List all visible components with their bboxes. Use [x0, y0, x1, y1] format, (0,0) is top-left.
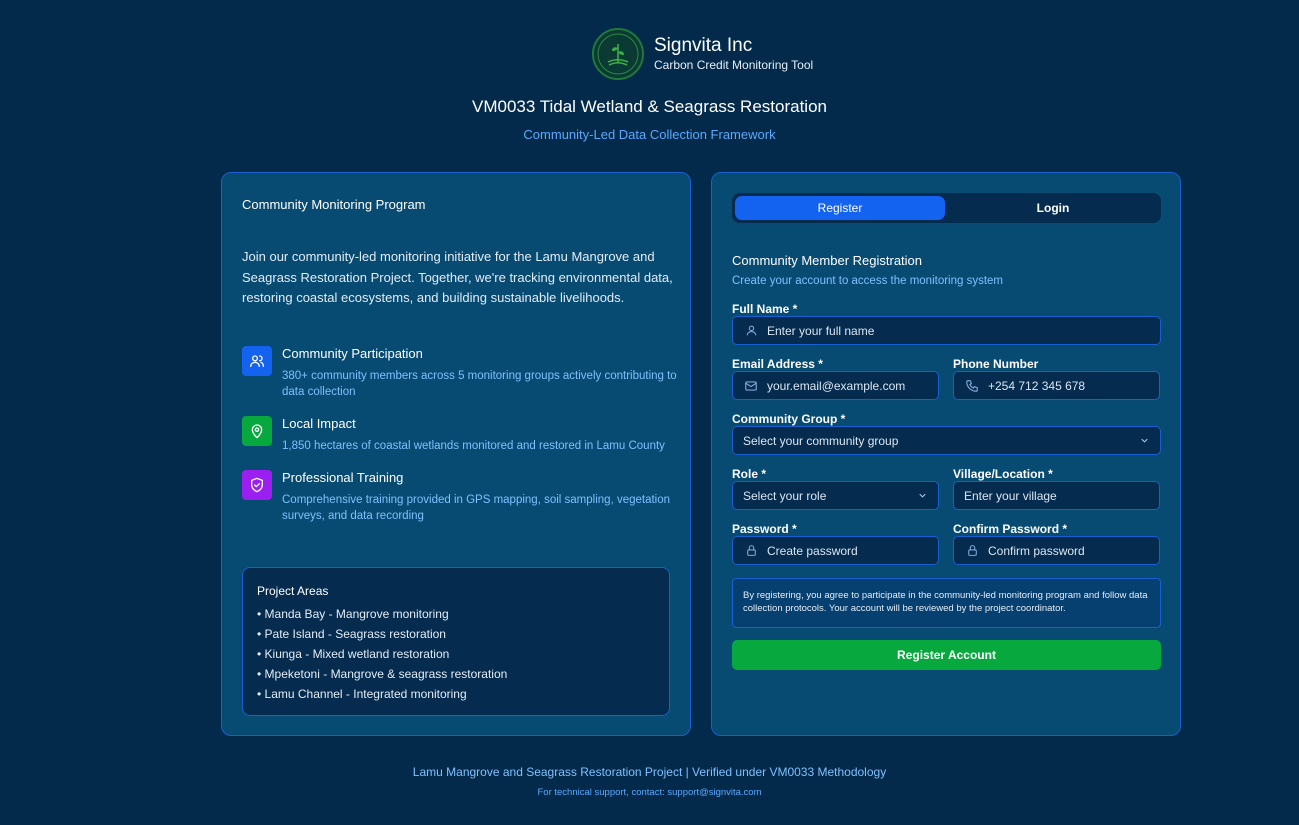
project-areas-box: Project Areas • Manda Bay - Mangrove mon…	[242, 567, 670, 716]
lock-icon	[743, 543, 759, 559]
email-label: Email Address *	[732, 357, 823, 371]
project-area-item: • Kiunga - Mixed wetland restoration	[257, 647, 450, 661]
program-title: Community Monitoring Program	[242, 197, 426, 212]
footer-project-line: Lamu Mangrove and Seagrass Restoration P…	[412, 765, 887, 779]
brand-header: Signvita Inc Carbon Credit Monitoring To…	[592, 28, 813, 80]
phone-icon	[964, 378, 980, 394]
phone-label: Phone Number	[953, 357, 1039, 371]
community-group-label: Community Group *	[732, 412, 846, 426]
feature-professional-training: Professional Training Comprehensive trai…	[242, 470, 677, 524]
role-select[interactable]: Select your role	[732, 481, 939, 510]
form-title: Community Member Registration	[732, 253, 923, 268]
full-name-placeholder: Enter your full name	[767, 323, 875, 338]
feature-desc: Comprehensive training provided in GPS m…	[282, 494, 671, 522]
role-label: Role *	[732, 467, 767, 481]
village-label: Village/Location *	[953, 467, 1053, 481]
password-placeholder: Create password	[767, 543, 858, 558]
chevron-down-icon	[1139, 435, 1150, 449]
community-group-value: Select your community group	[743, 433, 899, 448]
password-input[interactable]: Create password	[732, 536, 939, 565]
page-subtitle: Community-Led Data Collection Framework	[523, 127, 776, 142]
full-name-label: Full Name *	[732, 302, 798, 316]
tab-register[interactable]: Register	[735, 196, 945, 220]
confirm-password-label: Confirm Password *	[953, 522, 1068, 536]
map-pin-icon	[242, 416, 272, 446]
feature-community-participation: Community Participation 380+ community m…	[242, 346, 677, 400]
feature-desc: 1,850 hectares of coastal wetlands monit…	[282, 440, 665, 452]
form-subtitle: Create your account to access the monito…	[732, 275, 1004, 287]
page-title: VM0033 Tidal Wetland & Seagrass Restorat…	[472, 97, 827, 116]
leaf-logo-icon	[597, 33, 639, 75]
phone-input[interactable]: +254 712 345 678	[953, 371, 1160, 400]
feature-local-impact: Local Impact 1,850 hectares of coastal w…	[242, 416, 677, 454]
email-placeholder: your.email@example.com	[767, 378, 906, 393]
program-info-panel: Community Monitoring Program Join our co…	[221, 172, 691, 736]
feature-title: Community Participation	[282, 346, 423, 361]
confirm-password-input[interactable]: Confirm password	[953, 536, 1160, 565]
email-input[interactable]: your.email@example.com	[732, 371, 939, 400]
users-icon	[242, 346, 272, 376]
project-areas-title: Project Areas	[257, 584, 329, 598]
lock-icon	[964, 543, 980, 559]
community-group-select[interactable]: Select your community group	[732, 426, 1161, 455]
feature-title: Local Impact	[282, 416, 356, 431]
shield-check-icon	[242, 470, 272, 500]
registration-panel: Register Login Community Member Registra…	[711, 172, 1181, 736]
register-account-button[interactable]: Register Account	[732, 640, 1161, 670]
role-value: Select your role	[743, 488, 827, 503]
project-area-item: • Mpeketoni - Mangrove & seagrass restor…	[257, 667, 508, 681]
village-placeholder: Enter your village	[964, 488, 1057, 503]
project-area-item: • Manda Bay - Mangrove monitoring	[257, 607, 449, 621]
program-intro: Join our community-led monitoring initia…	[242, 249, 673, 305]
feature-desc: 380+ community members across 5 monitori…	[282, 370, 677, 398]
phone-placeholder: +254 712 345 678	[988, 378, 1086, 393]
registration-notice: By registering, you agree to participate…	[732, 578, 1161, 628]
full-name-input[interactable]: Enter your full name	[732, 316, 1161, 345]
village-input[interactable]: Enter your village	[953, 481, 1160, 510]
project-area-item: • Lamu Channel - Integrated monitoring	[257, 687, 467, 701]
project-area-item: • Pate Island - Seagrass restoration	[257, 627, 446, 641]
user-icon	[743, 323, 759, 339]
brand-name: Signvita Inc	[654, 35, 753, 56]
auth-tabs: Register Login	[732, 193, 1161, 223]
confirm-password-placeholder: Confirm password	[988, 543, 1085, 558]
chevron-down-icon	[917, 490, 928, 504]
footer-support-line: For technical support, contact: support@…	[537, 787, 762, 798]
brand-tagline: Carbon Credit Monitoring Tool	[654, 58, 814, 72]
password-label: Password *	[732, 522, 797, 536]
mail-icon	[743, 378, 759, 394]
feature-title: Professional Training	[282, 470, 404, 485]
signvita-logo	[592, 28, 644, 80]
tab-login[interactable]: Login	[948, 196, 1158, 220]
